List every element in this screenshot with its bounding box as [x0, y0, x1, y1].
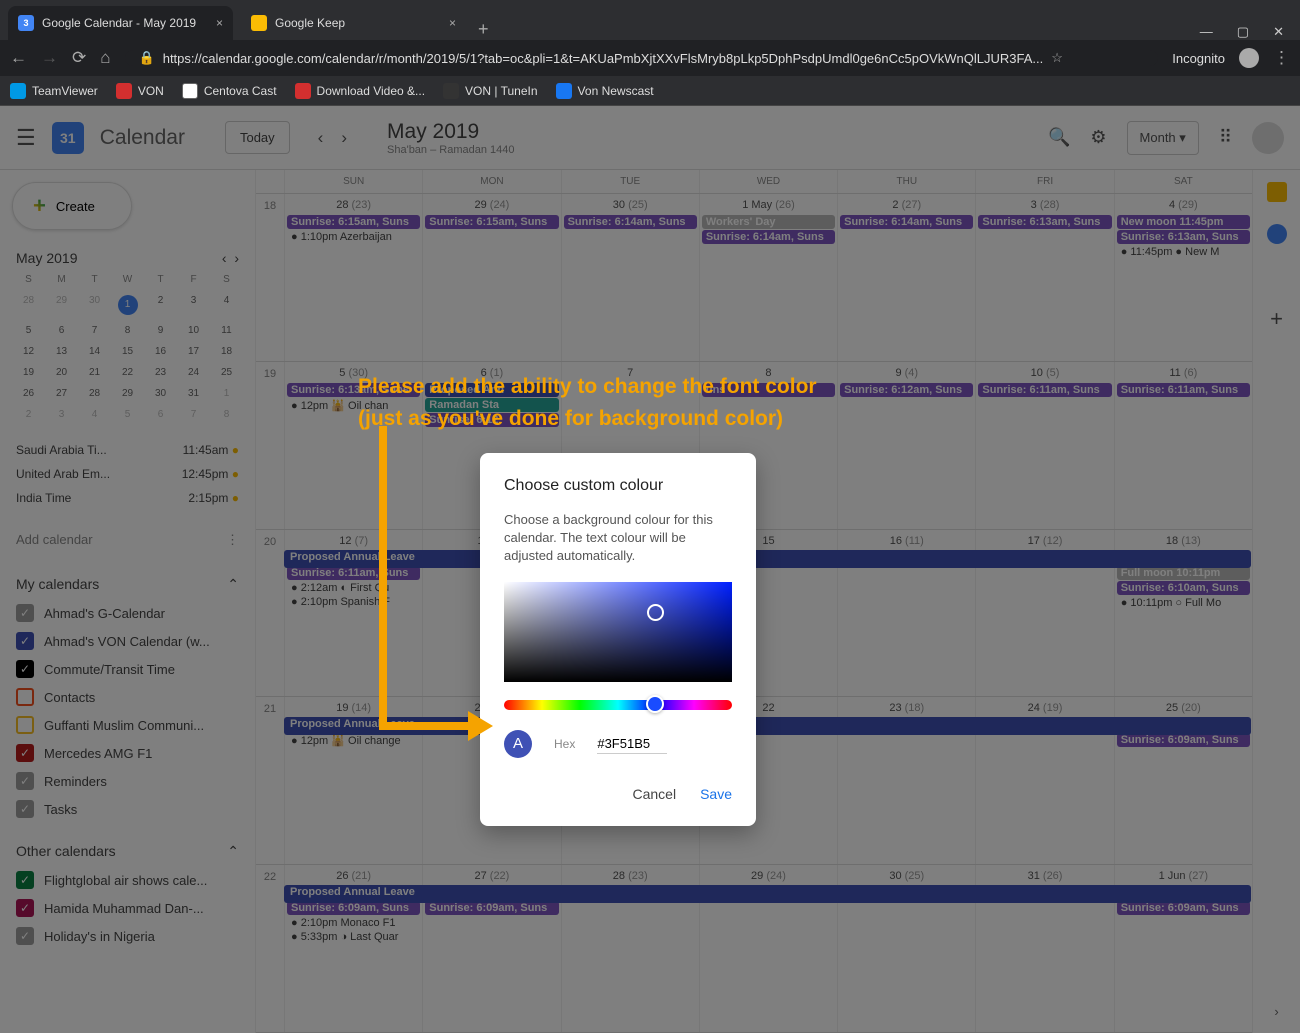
tab-title: Google Calendar - May 2019 — [42, 16, 196, 30]
saturation-handle[interactable] — [647, 604, 664, 621]
color-preview: A — [504, 730, 532, 758]
tab-title: Google Keep — [275, 16, 345, 30]
save-button[interactable]: Save — [700, 786, 732, 802]
bookmark-item[interactable]: Centova Cast — [182, 83, 277, 99]
reload-icon[interactable]: ⟳ — [72, 48, 86, 68]
home-icon[interactable]: ⌂ — [100, 48, 110, 68]
new-tab-button[interactable]: + — [466, 19, 501, 40]
back-icon[interactable]: ← — [10, 48, 27, 68]
incognito-icon — [1239, 48, 1259, 68]
hue-slider[interactable] — [504, 700, 732, 710]
incognito-label: Incognito — [1172, 51, 1225, 66]
menu-icon[interactable]: ⋮ — [1273, 48, 1290, 68]
color-picker-modal: Choose custom colour Choose a background… — [480, 453, 756, 826]
close-window-icon[interactable]: ✕ — [1273, 24, 1284, 40]
modal-title: Choose custom colour — [504, 477, 732, 495]
bookmark-item[interactable]: TeamViewer — [10, 83, 98, 99]
browser-tab-inactive[interactable]: Google Keep × — [241, 6, 466, 40]
cancel-button[interactable]: Cancel — [632, 786, 676, 802]
url-field[interactable]: 🔒 https://calendar.google.com/calendar/r… — [125, 50, 1159, 66]
browser-tab-active[interactable]: 3 Google Calendar - May 2019 × — [8, 6, 233, 40]
window-controls: — ▢ ✕ — [1184, 24, 1300, 40]
hex-input[interactable] — [597, 734, 667, 754]
address-bar: ← → ⟳ ⌂ 🔒 https://calendar.google.com/ca… — [0, 40, 1300, 76]
hex-label: Hex — [554, 737, 575, 751]
modal-description: Choose a background colour for this cale… — [504, 511, 732, 566]
maximize-icon[interactable]: ▢ — [1237, 24, 1249, 40]
keep-favicon — [251, 15, 267, 31]
browser-tab-strip: 3 Google Calendar - May 2019 × Google Ke… — [0, 0, 1300, 40]
close-icon[interactable]: × — [216, 16, 223, 30]
hue-handle[interactable] — [646, 695, 664, 713]
bookmark-item[interactable]: VON — [116, 83, 164, 99]
url-text: https://calendar.google.com/calendar/r/m… — [163, 51, 1044, 66]
bookmark-item[interactable]: VON | TuneIn — [443, 83, 538, 99]
calendar-favicon: 3 — [18, 15, 34, 31]
bookmark-item[interactable]: Download Video &... — [295, 83, 426, 99]
lock-icon: 🔒 — [139, 50, 155, 66]
minimize-icon[interactable]: — — [1200, 24, 1213, 40]
star-icon[interactable]: ☆ — [1051, 50, 1063, 66]
close-icon[interactable]: × — [449, 16, 456, 30]
bookmarks-bar: TeamViewer VON Centova Cast Download Vid… — [0, 76, 1300, 106]
bookmark-item[interactable]: Von Newscast — [556, 83, 654, 99]
calendar-app: ☰ 31 Calendar Today ‹ › May 2019 Sha'ban… — [0, 106, 1300, 1033]
forward-icon[interactable]: → — [41, 48, 58, 68]
saturation-field[interactable] — [504, 582, 732, 682]
